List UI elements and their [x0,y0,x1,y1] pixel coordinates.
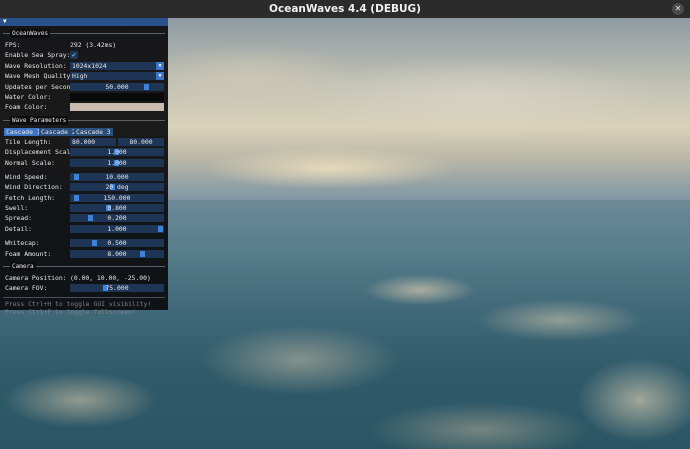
section-camera: Camera [3,262,168,272]
foam-color-swatch[interactable] [70,103,164,112]
help-text-gui: Press Ctrl+H to toggle GUI visibility! [5,299,152,308]
whitecap-value: 0.500 [107,239,127,248]
updates-row: Updates per Second: 50.000 [0,82,168,92]
fetch-length-label: Fetch Length: [5,193,56,202]
camera-fov-row: Camera FOV: 75.000 [0,283,168,293]
camera-fov-label: Camera FOV: [5,284,48,293]
section-title: Wave Parameters [10,115,69,125]
camera-position-row: Camera Position: (0.00, 10.00, -25.00) [0,273,168,283]
gui-title-bar[interactable]: ▼ [0,18,168,26]
gui-panel[interactable]: ▼ OceanWaves FPS: 292 (3.42ms) Enable Se… [0,18,168,316]
swell-label: Swell: [5,204,29,213]
help-divider [3,296,165,298]
foam-amount-value: 8.000 [107,249,127,258]
spread-row: Spread: 0.200 [0,213,168,223]
fetch-length-value: 150.000 [103,193,131,202]
cascade-tabs: Cascade 1 Cascade 2 Cascade 3 [4,127,168,137]
displacement-row: Displacement Scale: 1.000 [0,147,168,157]
swell-value: 0.800 [107,204,127,213]
checkmark-icon: ✔ [71,51,77,60]
dropdown-arrow-icon[interactable]: ▼ [156,61,164,70]
wave-resolution-label: Wave Resolution: [5,61,67,70]
wave-resolution-value: 1024x1024 [72,61,107,70]
mesh-quality-value: High [72,72,88,81]
whitecap-label: Whitecap: [5,239,40,248]
displacement-label: Displacement Scale: [5,148,79,157]
wind-speed-row: Wind Speed: 10.000 [0,172,168,182]
section-title: Camera [10,262,36,272]
wind-speed-label: Wind Speed: [5,172,48,181]
tile-length-x-value: 80.000 [72,137,96,146]
tile-length-row: Tile Length: 80.000 80.000 [0,137,168,147]
tile-length-y-input[interactable]: 80.000 [118,137,164,146]
foam-amount-label: Foam Amount: [5,249,52,258]
section-wave-parameters: Wave Parameters [3,115,168,125]
whitecap-slider[interactable]: 0.500 [70,239,164,248]
window-title-bar: OceanWaves 4.4 (DEBUG) ✕ [0,0,690,18]
swell-slider[interactable]: 0.800 [70,204,164,213]
foam-color-label: Foam Color: [5,103,48,112]
wind-speed-slider[interactable]: 10.000 [70,172,164,181]
wind-direction-value: 20 deg [105,183,129,192]
wave-resolution-combo[interactable]: 1024x1024 ▼ [70,61,164,70]
sea-spray-row: Enable Sea Spray: ✔ [0,50,168,60]
mesh-quality-combo[interactable]: High ▼ [70,72,164,81]
fps-row: FPS: 292 (3.42ms) [0,40,168,50]
detail-label: Detail: [5,224,32,233]
camera-position-value: (0.00, 10.00, -25.00) [70,274,151,283]
camera-fov-slider[interactable]: 75.000 [70,284,164,293]
sea-spray-checkbox[interactable]: ✔ [70,51,78,60]
tab-cascade-3[interactable]: Cascade 3 [74,127,113,136]
wind-direction-row: Wind Direction: 20 deg [0,182,168,192]
whitecap-row: Whitecap: 0.500 [0,238,168,248]
detail-slider[interactable]: 1.000 [70,224,164,233]
water-color-row: Water Color: [0,92,168,102]
water-color-label: Water Color: [5,92,52,101]
tile-length-label: Tile Length: [5,137,52,146]
displacement-value: 1.000 [107,148,127,157]
collapse-arrow-icon[interactable]: ▼ [3,18,7,26]
normal-scale-value: 1.000 [107,158,127,167]
camera-position-label: Camera Position: [5,274,67,283]
tile-length-x-input[interactable]: 80.000 [70,137,116,146]
tab-cascade-2[interactable]: Cascade 2 [39,127,78,136]
fps-value: 292 (3.42ms) [70,41,117,49]
wind-direction-slider[interactable]: 20 deg [70,183,164,192]
updates-slider[interactable]: 50.000 [70,82,164,91]
detail-row: Detail: 1.000 [0,224,168,234]
water-color-swatch[interactable] [70,92,164,101]
wind-direction-label: Wind Direction: [5,183,63,192]
tab-cascade-1[interactable]: Cascade 1 [4,127,43,136]
fetch-length-row: Fetch Length: 150.000 [0,193,168,203]
spread-value: 0.200 [107,214,127,223]
section-title: OceanWaves [10,29,51,38]
fetch-length-slider[interactable]: 150.000 [70,193,164,202]
normal-scale-slider[interactable]: 1.000 [70,158,164,167]
spread-label: Spread: [5,214,32,223]
displacement-slider[interactable]: 1.000 [70,148,164,157]
updates-label: Updates per Second: [5,82,79,91]
window-title: OceanWaves 4.4 (DEBUG) [269,3,421,15]
wind-speed-value: 10.000 [105,172,129,181]
section-oceanwaves: OceanWaves [3,29,168,38]
sea-spray-label: Enable Sea Spray: [5,51,71,60]
fps-label: FPS: [5,41,21,49]
foam-amount-row: Foam Amount: 8.000 [0,249,168,259]
foam-color-row: Foam Color: [0,102,168,112]
normal-scale-label: Normal Scale: [5,158,56,167]
camera-fov-value: 75.000 [105,284,129,293]
dropdown-arrow-icon[interactable]: ▼ [156,72,164,81]
mesh-quality-label: Wave Mesh Quality: [5,72,75,81]
normal-scale-row: Normal Scale: 1.000 [0,158,168,168]
wave-resolution-row: Wave Resolution: 1024x1024 ▼ [0,61,168,71]
tile-length-y-value: 80.000 [129,137,153,146]
close-window-button[interactable]: ✕ [672,3,684,15]
spread-slider[interactable]: 0.200 [70,214,164,223]
foam-amount-slider[interactable]: 8.000 [70,249,164,258]
detail-value: 1.000 [107,224,127,233]
updates-value: 50.000 [105,82,129,91]
swell-row: Swell: 0.800 [0,203,168,213]
mesh-quality-row: Wave Mesh Quality: High ▼ [0,71,168,81]
help-text-fullscreen: Press Ctrl+F to toggle fullscreen! [5,308,136,317]
